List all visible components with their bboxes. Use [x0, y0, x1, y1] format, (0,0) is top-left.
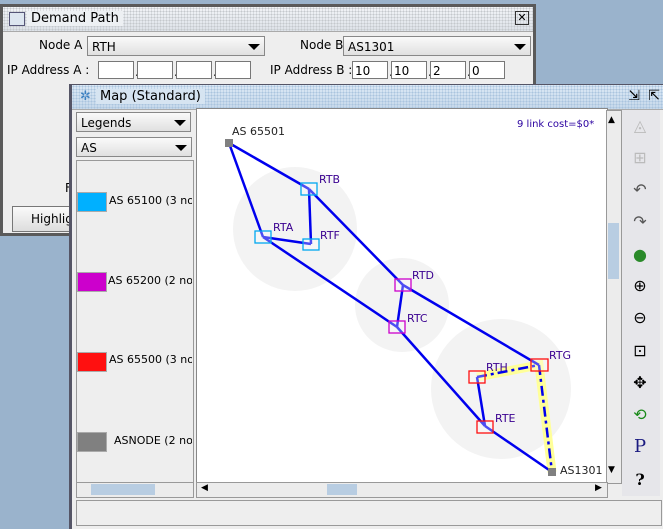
map-hscrollbar[interactable]: ◀ ▶ — [196, 482, 608, 498]
status-bar — [76, 500, 662, 526]
node-label: RTF — [320, 229, 340, 242]
zoom-in-icon[interactable]: ⊕ — [624, 272, 656, 300]
link-cost-text: 9 link cost=$0* — [517, 119, 594, 130]
scroll-down-icon[interactable]: ▼ — [608, 465, 615, 475]
asnode-icon — [548, 468, 556, 476]
node-label: RTH — [486, 361, 508, 374]
pan-icon[interactable]: ✥ — [624, 369, 656, 397]
network-icon[interactable]: ◬ — [624, 112, 656, 140]
scroll-left-icon[interactable]: ◀ — [201, 483, 208, 493]
globe-icon[interactable]: ● — [624, 241, 656, 269]
router-icon — [468, 370, 486, 384]
node-label: RTD — [412, 269, 434, 282]
p-icon[interactable]: P — [624, 433, 656, 461]
zoom-out-icon[interactable]: ⊖ — [624, 304, 656, 332]
asnode-icon — [225, 139, 233, 147]
node-label: RTG — [549, 349, 571, 362]
help-icon[interactable]: ? — [624, 466, 656, 494]
node-label: RTC — [407, 312, 428, 325]
router-icon — [302, 238, 320, 251]
scroll-up-icon[interactable]: ▲ — [608, 115, 615, 125]
node-label: RTE — [495, 412, 516, 425]
router-icon — [388, 320, 406, 334]
router-icon — [530, 358, 549, 372]
node-label: RTB — [319, 173, 340, 186]
router-icon — [476, 420, 494, 434]
zoom-fit-icon[interactable]: ⊡ — [624, 337, 656, 365]
node-label: RTA — [273, 221, 294, 234]
scroll-thumb[interactable] — [327, 484, 357, 495]
scroll-right-icon[interactable]: ▶ — [595, 483, 602, 493]
tree-layout-icon[interactable]: ⊞ — [624, 144, 656, 172]
rotate-select-icon[interactable]: ⟲ — [624, 401, 656, 429]
node-label: AS 65501 — [232, 125, 285, 138]
router-icon — [300, 182, 318, 196]
router-icon — [394, 278, 412, 292]
undo-icon[interactable]: ↶ — [624, 176, 656, 204]
scroll-thumb[interactable] — [608, 223, 619, 279]
redo-icon[interactable]: ↷ — [624, 208, 656, 236]
map-vscrollbar[interactable]: ▲ ▼ — [606, 110, 622, 484]
router-icon — [254, 230, 272, 244]
network-map: AS 65501 RTB RTA RTF RTD RTC RTH RTG RTE… — [225, 119, 603, 477]
node-label: AS1301 — [560, 464, 603, 477]
